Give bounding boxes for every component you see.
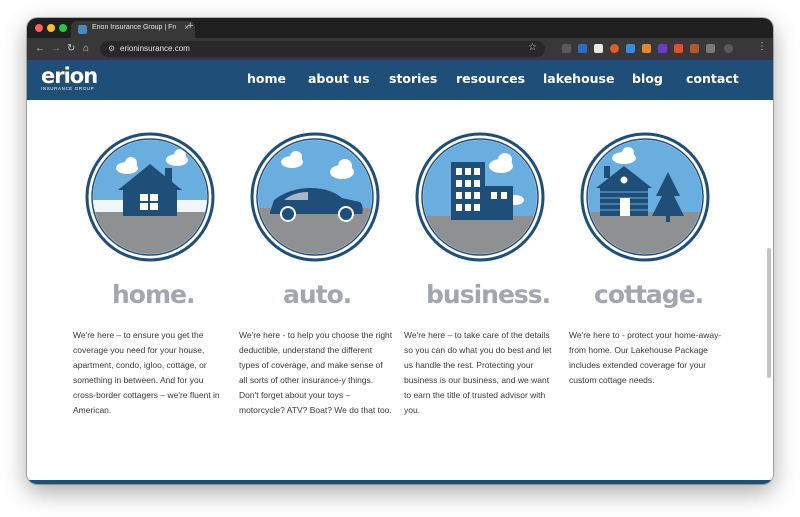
address-bar[interactable]: ⚙ erioninsurance.com ☆ bbox=[100, 41, 545, 57]
cabin-icon[interactable] bbox=[580, 132, 710, 262]
extension-icon[interactable] bbox=[674, 44, 683, 53]
browser-window: Erion Insurance Group | Fron × + ← → ↻ ⌂… bbox=[27, 18, 773, 484]
logo-word: erion bbox=[41, 64, 98, 88]
new-tab-button[interactable]: + bbox=[187, 20, 193, 32]
back-icon[interactable]: ← bbox=[35, 42, 45, 56]
nav-about-us[interactable]: about us bbox=[308, 71, 370, 86]
house-icon[interactable] bbox=[85, 132, 215, 262]
profile-icon[interactable] bbox=[724, 44, 733, 53]
extension-icon[interactable] bbox=[706, 44, 715, 53]
browser-tab[interactable]: Erion Insurance Group | Fron × bbox=[71, 21, 195, 38]
web-page: erion INSURANCE GROUP home about us stor… bbox=[27, 60, 773, 484]
auto-description: We're here - to help you choose the righ… bbox=[239, 330, 393, 415]
nav-lakehouse[interactable]: lakehouse bbox=[543, 71, 614, 86]
extension-icon[interactable] bbox=[594, 44, 603, 53]
building-icon[interactable] bbox=[415, 132, 545, 262]
extension-icon[interactable] bbox=[610, 44, 619, 53]
maximize-window-button[interactable] bbox=[59, 24, 67, 32]
forward-icon[interactable]: → bbox=[51, 42, 61, 56]
minimize-window-button[interactable] bbox=[47, 24, 55, 32]
business-description: We're here – to take care of the details… bbox=[404, 330, 552, 415]
browser-toolbar: ← → ↻ ⌂ ⚙ erioninsurance.com ☆ ⋮ bbox=[27, 38, 773, 60]
cottage-title: cottage. bbox=[594, 280, 704, 309]
erion-logo[interactable]: erion INSURANCE GROUP bbox=[41, 64, 98, 91]
page-scrollbar[interactable] bbox=[767, 248, 771, 378]
nav-home[interactable]: home bbox=[247, 71, 286, 86]
tab-bar: Erion Insurance Group | Fron × + bbox=[27, 18, 773, 38]
extension-icon[interactable] bbox=[690, 44, 699, 53]
extension-icon[interactable] bbox=[642, 44, 651, 53]
extension-icon[interactable] bbox=[578, 44, 587, 53]
auto-title: auto. bbox=[283, 280, 352, 309]
car-icon[interactable] bbox=[250, 132, 380, 262]
logo-subtitle: INSURANCE GROUP bbox=[41, 86, 95, 91]
business-title: business. bbox=[426, 280, 551, 309]
site-header: erion INSURANCE GROUP home about us stor… bbox=[27, 60, 773, 100]
extension-icon[interactable] bbox=[626, 44, 635, 53]
home-icon[interactable]: ⌂ bbox=[83, 42, 89, 56]
reload-icon[interactable]: ↻ bbox=[67, 42, 75, 56]
nav-blog[interactable]: blog bbox=[632, 71, 663, 86]
extension-icon[interactable] bbox=[658, 44, 667, 53]
nav-contact[interactable]: contact bbox=[686, 71, 739, 86]
close-window-button[interactable] bbox=[35, 24, 43, 32]
url-text: erioninsurance.com bbox=[120, 44, 190, 53]
footer-strip bbox=[27, 480, 773, 484]
menu-icon[interactable]: ⋮ bbox=[757, 41, 767, 52]
favicon-icon bbox=[78, 25, 87, 34]
cottage-description: We're here to - protect your home-away-f… bbox=[569, 330, 722, 385]
bookmark-star-icon[interactable]: ☆ bbox=[528, 42, 537, 53]
home-description: We're here – to ensure you get the cover… bbox=[73, 330, 220, 415]
extension-icon[interactable] bbox=[562, 44, 571, 53]
tab-title: Erion Insurance Group | Fron bbox=[92, 24, 176, 31]
nav-stories[interactable]: stories bbox=[389, 71, 437, 86]
nav-resources[interactable]: resources bbox=[456, 71, 525, 86]
site-info-icon[interactable]: ⚙ bbox=[108, 44, 115, 53]
home-title: home. bbox=[112, 280, 195, 309]
